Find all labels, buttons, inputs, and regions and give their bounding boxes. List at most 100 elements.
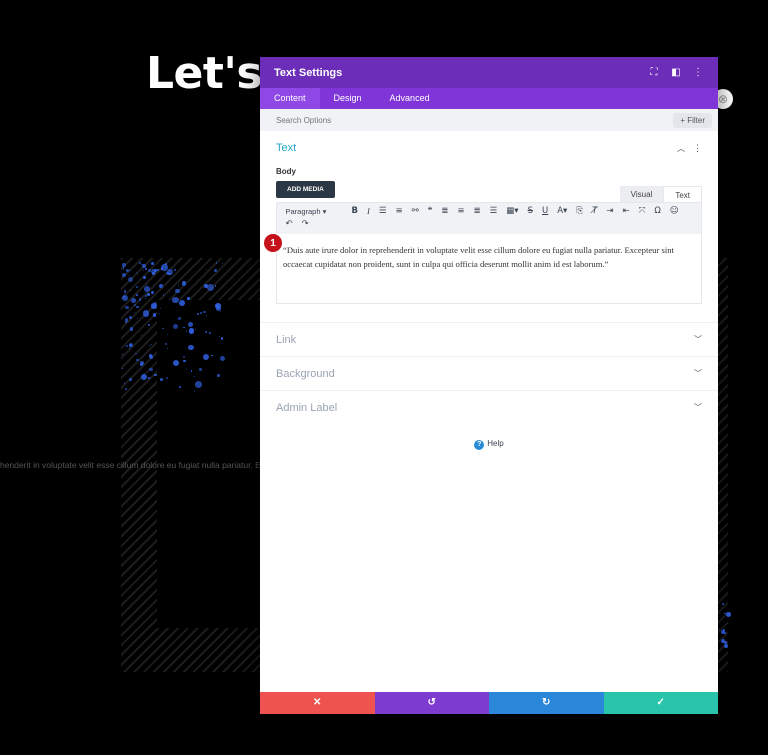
tab-advanced[interactable]: Advanced: [376, 88, 444, 109]
justify-icon[interactable]: ☰: [485, 205, 502, 218]
table-icon[interactable]: ▦▾: [502, 205, 523, 218]
splatter-dot: [215, 305, 221, 311]
splatter-dot: [179, 299, 186, 306]
splatter-dot: [142, 310, 150, 317]
splatter-dot: [145, 268, 147, 270]
splatter-dot: [175, 288, 180, 293]
splatter-dot: [123, 290, 127, 293]
splatter-dot: [129, 269, 131, 271]
tab-design[interactable]: Design: [320, 88, 376, 109]
paste-icon[interactable]: ⎘: [572, 205, 588, 218]
bullet-list-icon[interactable]: ☰: [374, 205, 391, 218]
modal-footer: ✕ ↺ ↻ ✓: [260, 692, 718, 714]
splatter-dot: [187, 297, 190, 300]
splatter-dot: [124, 387, 127, 390]
chevron-down-icon[interactable]: ﹀: [694, 402, 702, 413]
align-center-icon[interactable]: ≡: [453, 205, 469, 218]
special-char-icon[interactable]: Ω: [650, 205, 666, 218]
splatter-dot: [185, 330, 187, 332]
undo-icon[interactable]: ↶: [281, 218, 297, 231]
splatter-dot: [128, 276, 133, 282]
splatter-dot: [171, 296, 179, 304]
fullscreen-icon[interactable]: ⤧: [634, 205, 650, 218]
splatter-dot: [199, 367, 202, 371]
clear-format-icon[interactable]: T̸: [588, 205, 602, 218]
splatter-dot: [147, 324, 150, 327]
modal-tabs: Content Design Advanced: [260, 88, 718, 109]
align-left-icon[interactable]: ≣: [437, 205, 453, 218]
section-admin-label-header[interactable]: Admin Label ﹀: [260, 390, 718, 424]
section-text-header[interactable]: Text ︿ ⋮: [260, 131, 718, 165]
splatter-dot: [166, 347, 168, 349]
splatter-dot: [209, 332, 211, 334]
section-title: Text: [276, 142, 297, 154]
numbered-list-icon[interactable]: ≡: [391, 205, 407, 218]
discard-button[interactable]: ✕: [260, 692, 375, 714]
splatter-dot: [136, 305, 139, 308]
outdent-icon[interactable]: ⇤: [618, 205, 634, 218]
modal-title: Text Settings: [274, 66, 343, 79]
splatter-dot: [207, 284, 215, 291]
split-view-icon[interactable]: ◧: [670, 67, 682, 78]
splatter-dot: [193, 390, 195, 392]
emoji-icon[interactable]: ☺: [665, 205, 683, 218]
body-label: Body: [276, 167, 296, 176]
section-link-header[interactable]: Link ﹀: [260, 322, 718, 356]
bold-icon[interactable]: B: [347, 205, 362, 218]
splatter-dot: [150, 268, 156, 274]
redo-icon[interactable]: ↷: [297, 218, 313, 231]
splatter-dot: [183, 359, 186, 363]
canvas: Let's henderit in voluptate velit esse c…: [0, 0, 768, 755]
splatter-dot: [172, 324, 178, 330]
background-text: henderit in voluptate velit esse cillum …: [0, 460, 266, 470]
link-icon[interactable]: ⚯: [407, 205, 423, 218]
add-media-button[interactable]: ADD MEDIA: [276, 181, 335, 198]
chevron-up-icon[interactable]: ︿: [677, 143, 685, 154]
step-badge: 1: [263, 233, 283, 253]
splatter-dot: [128, 275, 130, 277]
modal-header: Text Settings ⛶ ◧ ⋮: [260, 57, 718, 88]
tab-content[interactable]: Content: [260, 88, 320, 109]
blockquote-icon[interactable]: ❝: [423, 205, 437, 218]
collapsed-sections: Link ﹀ Background ﹀ Admin Label ﹀: [260, 322, 718, 424]
splatter-dot: [122, 263, 126, 267]
splatter-dot: [177, 284, 179, 286]
paragraph-select-value: Paragraph: [285, 207, 321, 216]
splatter-dot: [153, 302, 157, 305]
underline-icon[interactable]: U: [538, 205, 553, 218]
splatter-dot: [129, 316, 132, 319]
splatter-dot: [203, 353, 210, 360]
splatter-dot: [136, 358, 139, 361]
chevron-down-icon[interactable]: ﹀: [694, 334, 702, 345]
text-color-icon[interactable]: A▾: [553, 205, 572, 218]
redo-button[interactable]: ↻: [489, 692, 604, 714]
chevron-down-icon[interactable]: ﹀: [694, 368, 702, 379]
editor-content[interactable]: “Duis aute irure dolor in reprehenderit …: [277, 234, 701, 281]
settings-modal: Text Settings ⛶ ◧ ⋮ Content Design Advan…: [260, 57, 718, 714]
strikethrough-icon[interactable]: S: [523, 205, 537, 218]
splatter-dot: [195, 381, 202, 388]
help-link[interactable]: ? Help: [260, 439, 718, 450]
splatter-dot: [125, 305, 129, 310]
splatter-dot: [146, 314, 148, 316]
indent-icon[interactable]: ⇥: [602, 205, 618, 218]
splatter-dot: [724, 612, 726, 614]
splatter-dot: [159, 307, 161, 309]
splatter-dot: [143, 275, 146, 279]
splatter-dot: [197, 313, 199, 315]
more-options-icon[interactable]: ⋮: [693, 143, 702, 154]
splatter-dot: [150, 343, 152, 345]
undo-button[interactable]: ↺: [374, 692, 489, 714]
filter-button[interactable]: + Filter: [673, 112, 712, 128]
section-background-header[interactable]: Background ﹀: [260, 356, 718, 390]
search-input[interactable]: [276, 115, 674, 125]
splatter-dot: [205, 268, 207, 270]
more-options-icon[interactable]: ⋮: [692, 67, 704, 78]
splatter-dot: [152, 313, 157, 317]
search-bar: + Filter: [260, 109, 718, 131]
fullscreen-icon[interactable]: ⛶: [648, 67, 660, 78]
italic-icon[interactable]: I: [362, 205, 374, 218]
align-right-icon[interactable]: ≣: [469, 205, 485, 218]
save-button[interactable]: ✓: [603, 692, 718, 714]
paragraph-select[interactable]: Paragraph ▾: [281, 205, 347, 218]
